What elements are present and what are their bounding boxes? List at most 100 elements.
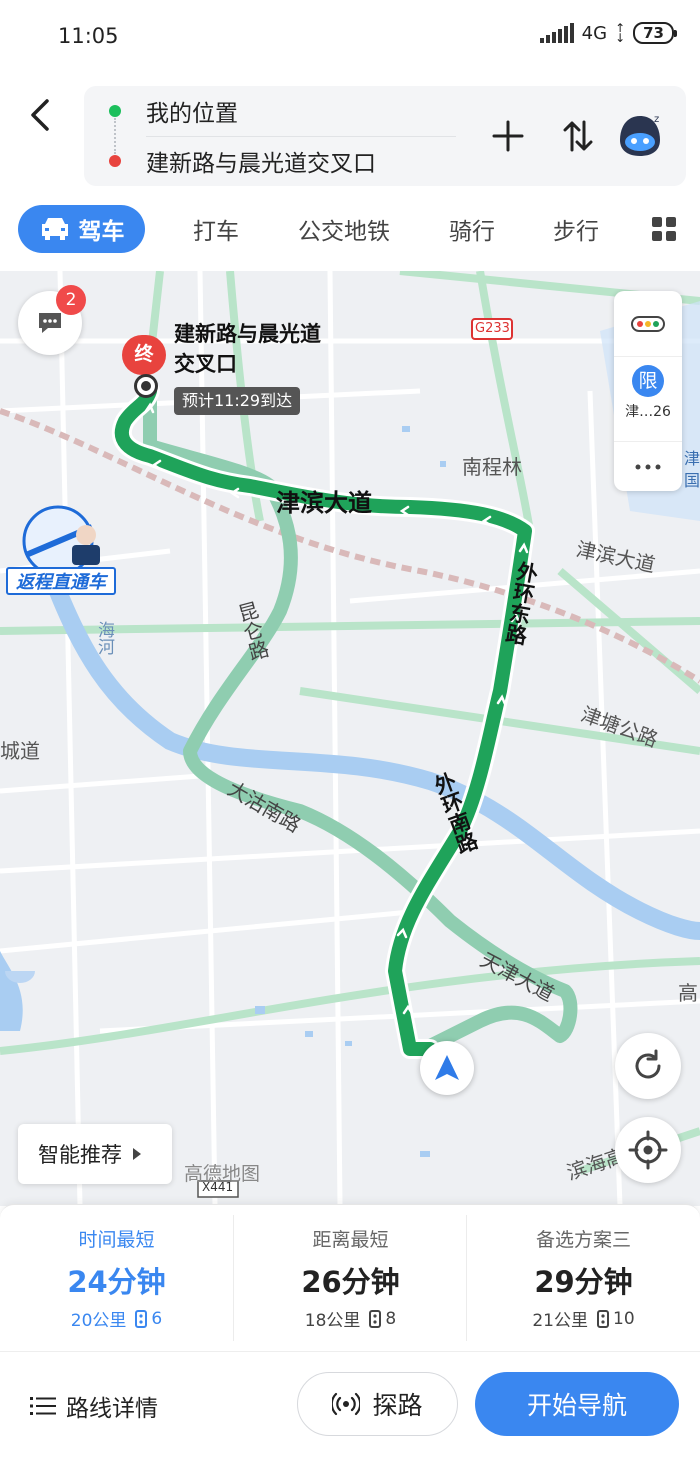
- tab-taxi[interactable]: 打车: [176, 205, 256, 253]
- restriction-icon: 限: [632, 365, 664, 397]
- swap-icon: [563, 120, 593, 152]
- place-label-nanchenglin: 南程林: [462, 455, 522, 479]
- traffic-toggle-button[interactable]: [614, 291, 682, 357]
- tab-taxi-label: 打车: [193, 219, 239, 245]
- eta-bubble: 预计11:29到达: [174, 387, 301, 415]
- back-button[interactable]: [20, 93, 60, 137]
- destination-dot-icon: [109, 155, 121, 167]
- route-option-distance: 21公里: [532, 1311, 588, 1331]
- plus-icon: [492, 120, 524, 152]
- tab-drive-label: 驾车: [78, 219, 125, 245]
- probe-route-button[interactable]: 探路: [297, 1372, 458, 1436]
- probe-route-label: 探路: [372, 1391, 423, 1420]
- more-modes-button[interactable]: [644, 205, 684, 253]
- grid-icon: [652, 217, 676, 241]
- route-option-lights: 10: [613, 1308, 635, 1329]
- bottom-action-bar: 路线详情 探路 开始导航: [0, 1351, 700, 1457]
- travel-mode-tabs: 驾车 打车 公交地铁 骑行 步行: [0, 205, 700, 255]
- promo-label: 返程直通车: [6, 567, 116, 595]
- return-express-promo[interactable]: 返程直通车: [6, 505, 116, 601]
- place-label-jin: 津: [684, 449, 700, 468]
- route-option-shortest[interactable]: 距离最短 26分钟 18公里 8: [234, 1205, 467, 1351]
- broadcast-icon: [332, 1392, 361, 1416]
- add-waypoint-button[interactable]: [488, 116, 528, 156]
- route-options: 时间最短 24分钟 20公里 6 距离最短 26分钟 18公里 8 备选方案三 …: [0, 1204, 700, 1351]
- route-option-time: 26分钟: [301, 1265, 400, 1299]
- road-label-jinbin: 津滨大道: [276, 489, 372, 517]
- tab-walk-label: 步行: [553, 219, 599, 245]
- map-canvas: [0, 271, 700, 1206]
- data-arrows-icon: ↑ ↓: [615, 21, 626, 45]
- traffic-light-icon: [631, 315, 665, 332]
- place-label-gao: 高: [678, 981, 698, 1005]
- route-option-time: 29分钟: [534, 1265, 633, 1299]
- signal-icon: [539, 23, 574, 43]
- route-option-time: 24分钟: [67, 1265, 166, 1299]
- refresh-route-button[interactable]: [615, 1033, 681, 1099]
- map-side-panel: 限 津…26: [614, 291, 682, 491]
- tab-transit[interactable]: 公交地铁: [288, 205, 400, 253]
- route-option-distance: 20公里: [70, 1311, 127, 1331]
- destination-map-label: 建新路与晨光道交叉口: [174, 322, 321, 376]
- locate-button[interactable]: [615, 1117, 681, 1183]
- list-icon: [30, 1397, 56, 1415]
- status-time: 11:05: [58, 24, 119, 48]
- route-option-third[interactable]: 备选方案三 29分钟 21公里 10: [467, 1205, 700, 1351]
- map-watermark: 高德地图: [184, 1163, 261, 1185]
- route-option-fastest[interactable]: 时间最短 24分钟 20公里 6: [0, 1205, 233, 1351]
- traffic-light-icon: [135, 1309, 148, 1328]
- road-shield-g233: G233: [475, 321, 510, 336]
- tab-transit-label: 公交地铁: [298, 219, 390, 245]
- assistant-button[interactable]: z: [616, 110, 664, 160]
- smart-recommend-button[interactable]: 智能推荐: [18, 1124, 172, 1184]
- battery-icon: 73: [633, 22, 677, 44]
- robot-assistant-icon: z: [620, 114, 660, 156]
- traffic-light-icon: [597, 1309, 609, 1328]
- tab-bike-label: 骑行: [449, 219, 495, 245]
- start-navigation-button[interactable]: 开始导航: [475, 1372, 679, 1436]
- river-label-haihe: 海河: [94, 621, 114, 655]
- car-icon: [41, 218, 68, 240]
- tab-drive[interactable]: 驾车: [18, 205, 145, 253]
- route-option-lights: 8: [385, 1308, 397, 1329]
- route-option-distance: 18公里: [304, 1311, 361, 1331]
- restriction-text: 津…26: [625, 404, 671, 420]
- status-indicators: 4G ↑ ↓ 73: [539, 21, 677, 45]
- traffic-light-icon: [369, 1309, 382, 1328]
- route-option-meta: 20公里 6: [0, 1306, 233, 1332]
- chevron-left-icon: [31, 99, 49, 131]
- play-triangle-icon: [133, 1148, 141, 1160]
- svg-text:z: z: [654, 114, 659, 125]
- network-type: 4G: [581, 22, 608, 44]
- navigation-arrow-icon: [435, 1055, 459, 1080]
- messages-badge: 2: [56, 285, 86, 315]
- tab-bike[interactable]: 骑行: [432, 205, 512, 253]
- route-input-box: 我的位置 建新路与晨光道交叉口 z: [84, 86, 686, 186]
- place-label-guoji: 国际: [684, 471, 700, 490]
- route-option-title: 时间最短: [78, 1229, 155, 1251]
- origin-field[interactable]: 我的位置: [84, 86, 474, 136]
- current-location-marker: [420, 1041, 474, 1095]
- route-details-button[interactable]: 路线详情: [30, 1386, 158, 1426]
- crosshair-icon: [628, 1130, 668, 1170]
- origin-dot-icon: [109, 105, 121, 117]
- route-option-lights: 6: [151, 1308, 163, 1329]
- tab-walk[interactable]: 步行: [536, 205, 616, 253]
- smart-recommend-label: 智能推荐: [38, 1143, 122, 1167]
- route-header: 我的位置 建新路与晨光道交叉口 z 驾车 打车 公交地铁 骑行 步行: [0, 75, 700, 271]
- promo-badge-icon: [22, 505, 100, 577]
- swap-button[interactable]: [558, 116, 598, 156]
- route-details-label: 路线详情: [66, 1396, 158, 1422]
- destination-field[interactable]: 建新路与晨光道交叉口: [84, 136, 474, 186]
- origin-text: 我的位置: [146, 101, 238, 127]
- map-view[interactable]: 津滨大道 津滨大道 外环东路 外环南路 昆仑路 大沽南路 天津大道 津塘公路 南…: [0, 271, 700, 1206]
- refresh-icon: [635, 1049, 661, 1079]
- status-bar: 11:05 4G ↑ ↓ 73: [0, 0, 700, 75]
- route-option-meta: 18公里 8: [234, 1306, 467, 1332]
- chat-icon: [39, 313, 61, 333]
- more-dots-icon: [635, 464, 661, 469]
- more-options-button[interactable]: [614, 441, 682, 491]
- route-option-meta: 21公里 10: [467, 1306, 700, 1332]
- destination-text: 建新路与晨光道交叉口: [146, 151, 376, 177]
- road-label-chengdao: 城道: [0, 739, 40, 763]
